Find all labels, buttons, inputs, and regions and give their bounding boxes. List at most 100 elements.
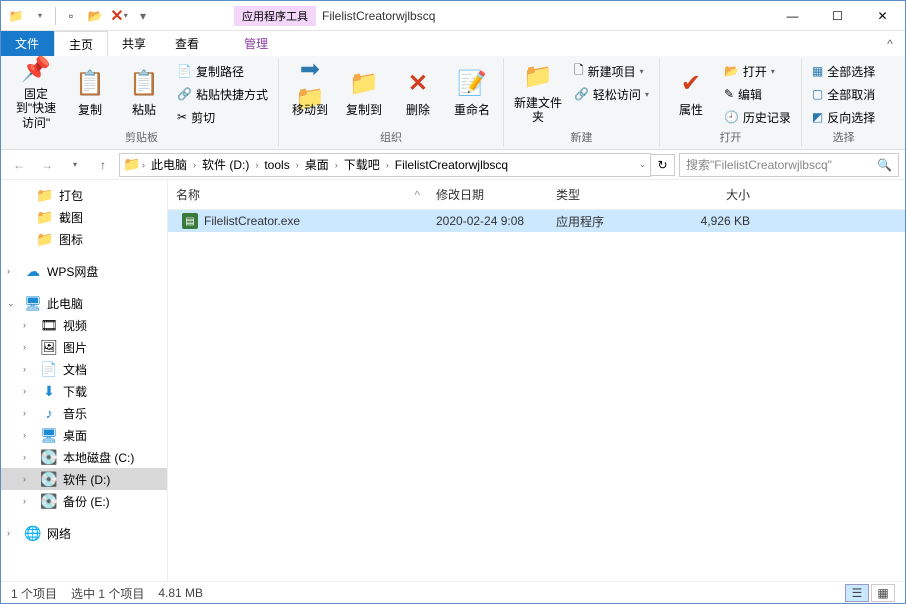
rename-button[interactable]: 📝重命名 <box>447 58 497 128</box>
open-icon[interactable]: 📂 <box>84 5 106 27</box>
folder-icon[interactable]: 📁 <box>5 5 27 27</box>
history-button[interactable]: 🕘历史记录 <box>720 106 795 128</box>
details-view-button[interactable]: ☰ <box>845 584 869 602</box>
properties-icon[interactable]: ▫ <box>60 5 82 27</box>
new-group-label: 新建 <box>510 129 653 147</box>
qat-dropdown[interactable]: ▾ <box>29 5 51 27</box>
delete-icon[interactable]: ✕▾ <box>108 5 130 27</box>
crumb-current[interactable]: FilelistCreatorwjlbscq <box>391 158 512 172</box>
disk-icon: 💽 <box>41 493 57 509</box>
nav-music[interactable]: ›♪音乐 <box>1 402 167 424</box>
copy-button[interactable]: 📋复制 <box>65 58 115 128</box>
properties-button[interactable]: ✔属性 <box>666 58 716 128</box>
select-none-button[interactable]: ▢ 全部取消 <box>808 83 879 105</box>
ribbon-tabs: 文件 主页 共享 查看 管理 ^ <box>1 31 905 56</box>
minimize-button[interactable]: — <box>770 1 815 31</box>
tab-manage[interactable]: 管理 <box>230 31 283 56</box>
tab-home[interactable]: 主页 <box>54 31 108 56</box>
paste-shortcut-button[interactable]: 🔗粘贴快捷方式 <box>173 83 272 105</box>
open-button[interactable]: 📂打开▾ <box>720 60 795 82</box>
close-button[interactable]: ✕ <box>860 1 905 31</box>
breadcrumb[interactable]: 📁 › 此电脑› 软件 (D:)› tools› 桌面› 下载吧› Fileli… <box>119 153 651 177</box>
nav-network[interactable]: ›🌐网络 <box>1 522 167 544</box>
column-type[interactable]: 类型 <box>548 186 668 203</box>
nav-disk-e[interactable]: ›💽备份 (E:) <box>1 490 167 512</box>
new-folder-button[interactable]: 📁新建文件夹 <box>510 58 566 128</box>
move-to-label: 移动到 <box>292 103 328 117</box>
paste-button[interactable]: 📋粘贴 <box>119 58 169 128</box>
select-all-button[interactable]: ▦全部选择 <box>808 60 879 82</box>
select-none-label: 全部取消 <box>827 86 875 103</box>
crumb-this-pc[interactable]: 此电脑 <box>147 156 191 173</box>
exe-icon: ▤ <box>182 213 198 229</box>
search-input[interactable]: 搜索"FilelistCreatorwjlbscq" 🔍 <box>679 153 899 177</box>
pin-icon: 📌 <box>20 56 52 85</box>
ribbon-collapse-button[interactable]: ^ <box>875 31 905 56</box>
collapse-icon[interactable]: ⌄ <box>7 298 19 309</box>
select-none-icon: ▢ <box>812 87 823 101</box>
navigation-pane[interactable]: 📁打包 📁截图 📁图标 ›☁WPS网盘 ⌄🖥此电脑 ›🎞视频 ›🖼图片 ›📄文档… <box>1 180 168 581</box>
separator <box>55 7 56 25</box>
move-to-button[interactable]: ➡📁 移动到 <box>285 58 335 128</box>
edit-icon: ✎ <box>724 87 734 101</box>
nav-tubiao[interactable]: 📁图标 <box>1 228 167 250</box>
nav-video[interactable]: ›🎞视频 <box>1 314 167 336</box>
icons-view-button[interactable]: ▦ <box>871 584 895 602</box>
chevron-right-icon[interactable]: › <box>142 160 145 170</box>
disk-icon: 💽 <box>41 471 57 487</box>
column-date[interactable]: 修改日期 <box>428 186 548 203</box>
crumb-desktop[interactable]: 桌面 <box>301 156 333 173</box>
cut-button[interactable]: ✂剪切 <box>173 106 272 128</box>
column-size[interactable]: 大小 <box>668 186 758 203</box>
nav-disk-c[interactable]: ›💽本地磁盘 (C:) <box>1 446 167 468</box>
file-name: FilelistCreator.exe <box>204 214 300 228</box>
nav-jietu[interactable]: 📁截图 <box>1 206 167 228</box>
clipboard-group-label: 剪贴板 <box>11 129 272 147</box>
select-all-label: 全部选择 <box>827 63 875 80</box>
network-icon: 🌐 <box>25 525 41 541</box>
recent-dropdown[interactable]: ▾ <box>63 153 87 177</box>
tab-view[interactable]: 查看 <box>161 31 214 56</box>
address-dropdown[interactable]: ⌄ <box>639 160 646 169</box>
crumb-drive-d[interactable]: 软件 (D:) <box>198 156 253 173</box>
new-item-button[interactable]: 🗋新建项目▾ <box>570 60 653 82</box>
crumb-tools[interactable]: tools <box>260 158 293 172</box>
easy-access-button[interactable]: 🔗轻松访问▾ <box>570 83 653 105</box>
column-name[interactable]: 名称^ <box>168 186 428 203</box>
file-row[interactable]: ▤FilelistCreator.exe 2020-02-24 9:08 应用程… <box>168 210 905 232</box>
maximize-button[interactable]: ☐ <box>815 1 860 31</box>
nav-dabao[interactable]: 📁打包 <box>1 184 167 206</box>
copy-to-button[interactable]: 📁复制到 <box>339 58 389 128</box>
nav-documents[interactable]: ›📄文档 <box>1 358 167 380</box>
file-list-pane: 名称^ 修改日期 类型 大小 ▤FilelistCreator.exe 2020… <box>168 180 905 581</box>
pc-icon: 🖥 <box>25 295 41 311</box>
edit-button[interactable]: ✎编辑 <box>720 83 795 105</box>
invert-selection-button[interactable]: ◩反向选择 <box>808 106 879 128</box>
nav-disk-d[interactable]: ›💽软件 (D:) <box>1 468 167 490</box>
nav-desktop[interactable]: ›🖥桌面 <box>1 424 167 446</box>
forward-button[interactable]: → <box>35 153 59 177</box>
cut-label: 剪切 <box>191 109 215 126</box>
copy-to-icon: 📁 <box>348 69 380 101</box>
nav-wps[interactable]: ›☁WPS网盘 <box>1 260 167 282</box>
back-button[interactable]: ← <box>7 153 31 177</box>
delete-button[interactable]: ✕删除 <box>393 58 443 128</box>
properties-check-icon: ✔ <box>675 69 707 101</box>
tab-file[interactable]: 文件 <box>1 31 54 56</box>
crumb-xiazaiba[interactable]: 下载吧 <box>340 156 384 173</box>
move-icon: ➡📁 <box>294 69 326 101</box>
copy-path-button[interactable]: 📄复制路径 <box>173 60 272 82</box>
select-group-label: 选择 <box>808 129 879 147</box>
nav-downloads[interactable]: ›⬇下载 <box>1 380 167 402</box>
tab-share[interactable]: 共享 <box>108 31 161 56</box>
refresh-button[interactable]: ↻ <box>651 154 675 176</box>
up-button[interactable]: ↑ <box>91 153 115 177</box>
invert-label: 反向选择 <box>827 109 875 126</box>
file-type: 应用程序 <box>548 213 668 230</box>
nav-this-pc[interactable]: ⌄🖥此电脑 <box>1 292 167 314</box>
nav-pictures[interactable]: ›🖼图片 <box>1 336 167 358</box>
expand-icon[interactable]: › <box>7 266 19 276</box>
qat-customize[interactable]: ▾ <box>132 5 154 27</box>
pin-button[interactable]: 📌固定到"快速访问" <box>11 58 61 128</box>
paste-label: 粘贴 <box>132 103 156 117</box>
